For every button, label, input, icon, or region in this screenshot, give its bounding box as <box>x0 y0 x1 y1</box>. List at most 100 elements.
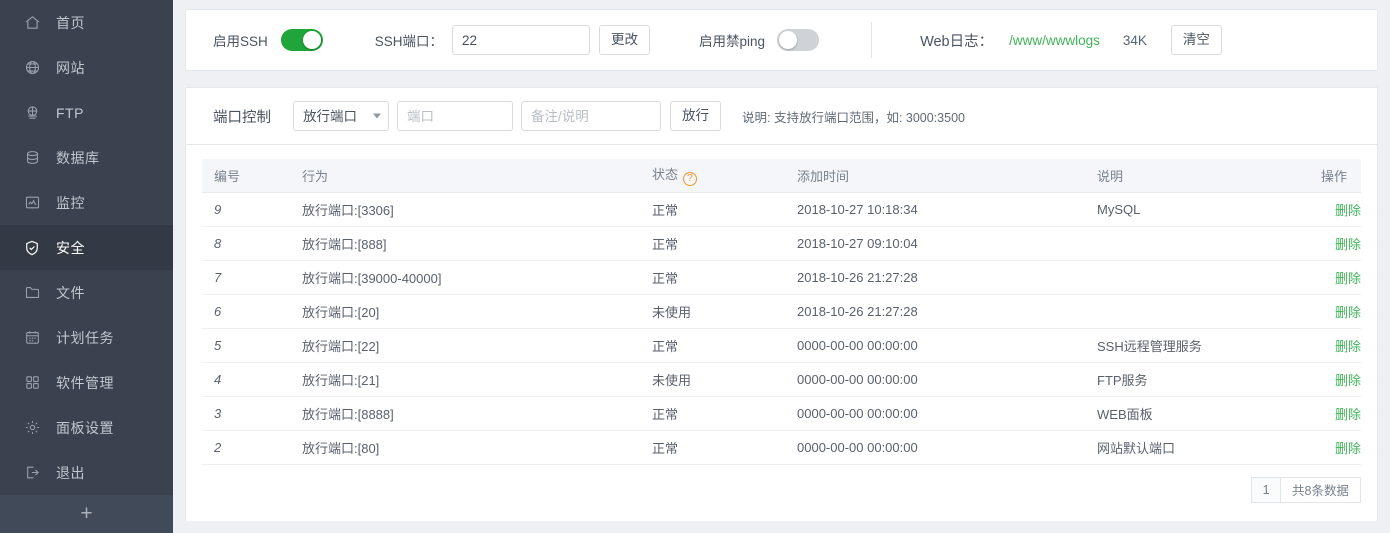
sidebar-item-settings[interactable]: 面板设置 <box>0 405 173 450</box>
table-row: 2放行端口:[80]正常0000-00-00 00:00:00网站默认端口删除 <box>202 430 1361 464</box>
help-question-icon[interactable]: ? <box>683 172 697 186</box>
clear-weblog-button[interactable]: 清空 <box>1171 25 1222 55</box>
delete-rule-button[interactable]: 删除 <box>1335 407 1361 422</box>
app-root: 首页网站 FTP 数据库监控安全文件计划任务软件管理面板设置退出 + 启用SSH S… <box>0 0 1390 533</box>
ssh-port-label: SSH端口： <box>375 30 443 50</box>
ssh-toggle-label: 启用SSH <box>213 30 268 50</box>
ssh-enable-toggle[interactable] <box>281 29 323 51</box>
pagination-box: 1 共8条数据 <box>1251 477 1361 503</box>
ping-toggle-label: 启用禁ping <box>699 30 765 50</box>
page-number-1[interactable]: 1 <box>1251 477 1281 503</box>
weblog-label: Web日志： <box>920 30 993 51</box>
delete-rule-button[interactable]: 删除 <box>1335 373 1361 388</box>
cell-id: 5 <box>202 328 290 362</box>
sidebar-item-website[interactable]: 网站 <box>0 45 173 90</box>
port-control-card: 端口控制 放行端口 放行 说明: 支持放行端口范围，如: 3000:3500 <box>185 87 1378 521</box>
port-control-toolbar: 端口控制 放行端口 放行 说明: 支持放行端口范围，如: 3000:3500 <box>186 88 1377 144</box>
port-note-input[interactable] <box>521 101 661 131</box>
sidebar: 首页网站 FTP 数据库监控安全文件计划任务软件管理面板设置退出 + <box>0 0 173 533</box>
logout-icon <box>22 463 42 483</box>
sidebar-item-label: 监控 <box>56 196 85 210</box>
cell-id: 9 <box>202 192 290 226</box>
column-header-id: 编号 <box>202 159 290 192</box>
cell-operation: 删除 <box>1281 192 1361 226</box>
delete-rule-button[interactable]: 删除 <box>1335 237 1361 252</box>
sidebar-item-label: FTP <box>56 106 84 120</box>
cell-status: 正常 <box>640 226 785 260</box>
port-action-select-wrap: 放行端口 <box>293 101 389 131</box>
cell-time: 2018-10-27 10:18:34 <box>785 192 1085 226</box>
delete-rule-button[interactable]: 删除 <box>1335 203 1361 218</box>
ssh-port-field: SSH端口： 更改 <box>375 25 650 55</box>
ping-block-toggle[interactable] <box>777 29 819 51</box>
table-row: 8放行端口:[888]正常2018-10-27 09:10:04删除 <box>202 226 1361 260</box>
home-icon <box>22 13 42 33</box>
sidebar-item-label: 面板设置 <box>56 421 114 435</box>
table-header-row: 编号 行为 状态? 添加时间 说明 操作 <box>202 159 1361 192</box>
database-icon <box>22 148 42 168</box>
gear-icon <box>22 418 42 438</box>
column-header-status-label: 状态 <box>652 167 678 182</box>
cell-status: 正常 <box>640 430 785 464</box>
sidebar-item-security[interactable]: 安全 <box>0 225 173 270</box>
cell-id: 3 <box>202 396 290 430</box>
sidebar-item-home[interactable]: 首页 <box>0 0 173 45</box>
cell-time: 0000-00-00 00:00:00 <box>785 396 1085 430</box>
sidebar-item-logout[interactable]: 退出 <box>0 450 173 495</box>
sidebar-item-software[interactable]: 软件管理 <box>0 360 173 405</box>
cell-time: 2018-10-26 21:27:28 <box>785 260 1085 294</box>
cell-status: 正常 <box>640 328 785 362</box>
change-ssh-port-button[interactable]: 更改 <box>599 25 650 55</box>
ssh-port-input[interactable] <box>452 25 590 55</box>
cell-operation: 删除 <box>1281 328 1361 362</box>
delete-rule-button[interactable]: 删除 <box>1335 339 1361 354</box>
column-header-operation: 操作 <box>1281 159 1361 192</box>
ssh-settings-card: 启用SSH SSH端口： 更改 启用禁ping Web日志： /www/wwwl… <box>185 9 1378 71</box>
port-input[interactable] <box>397 101 513 131</box>
cell-id: 6 <box>202 294 290 328</box>
sidebar-add-button[interactable]: + <box>0 495 173 533</box>
cell-operation: 删除 <box>1281 396 1361 430</box>
table-head: 编号 行为 状态? 添加时间 说明 操作 <box>202 159 1361 192</box>
cell-operation: 删除 <box>1281 294 1361 328</box>
sidebar-item-database[interactable]: 数据库 <box>0 135 173 180</box>
weblog-size: 34K <box>1123 33 1147 48</box>
delete-rule-button[interactable]: 删除 <box>1335 441 1361 456</box>
table-row: 3放行端口:[8888]正常0000-00-00 00:00:00WEB面板删除 <box>202 396 1361 430</box>
plus-icon: + <box>80 502 92 526</box>
sidebar-item-label: 首页 <box>56 16 85 30</box>
weblog-path-link[interactable]: /www/wwwlogs <box>1009 33 1100 48</box>
monitor-chart-icon <box>22 193 42 213</box>
cell-note <box>1085 260 1281 294</box>
sidebar-item-label: 数据库 <box>56 151 100 165</box>
shield-check-icon <box>22 238 42 258</box>
cell-operation: 删除 <box>1281 430 1361 464</box>
cell-time: 0000-00-00 00:00:00 <box>785 362 1085 396</box>
cell-note: 网站默认端口 <box>1085 430 1281 464</box>
sidebar-item-label: 计划任务 <box>56 331 114 345</box>
globe-icon <box>22 58 42 78</box>
allow-port-button[interactable]: 放行 <box>670 101 721 131</box>
delete-rule-button[interactable]: 删除 <box>1335 305 1361 320</box>
port-table-container: 编号 行为 状态? 添加时间 说明 操作 9放行端口:[3306]正常2018-… <box>186 144 1377 521</box>
cell-action: 放行端口:[80] <box>290 430 640 464</box>
cell-note <box>1085 294 1281 328</box>
sidebar-item-files[interactable]: 文件 <box>0 270 173 315</box>
column-header-status: 状态? <box>640 159 785 192</box>
sidebar-item-ftp[interactable]: FTP <box>0 90 173 135</box>
port-control-title: 端口控制 <box>213 106 271 127</box>
cell-action: 放行端口:[888] <box>290 226 640 260</box>
cell-status: 未使用 <box>640 294 785 328</box>
cell-status: 正常 <box>640 192 785 226</box>
sidebar-item-monitor[interactable]: 监控 <box>0 180 173 225</box>
delete-rule-button[interactable]: 删除 <box>1335 271 1361 286</box>
column-header-time: 添加时间 <box>785 159 1085 192</box>
cell-action: 放行端口:[21] <box>290 362 640 396</box>
port-action-select[interactable]: 放行端口 <box>293 101 389 131</box>
cell-note: SSH远程管理服务 <box>1085 328 1281 362</box>
cell-id: 2 <box>202 430 290 464</box>
sidebar-item-label: 文件 <box>56 286 85 300</box>
sidebar-item-cron[interactable]: 计划任务 <box>0 315 173 360</box>
cell-operation: 删除 <box>1281 226 1361 260</box>
folder-icon <box>22 283 42 303</box>
